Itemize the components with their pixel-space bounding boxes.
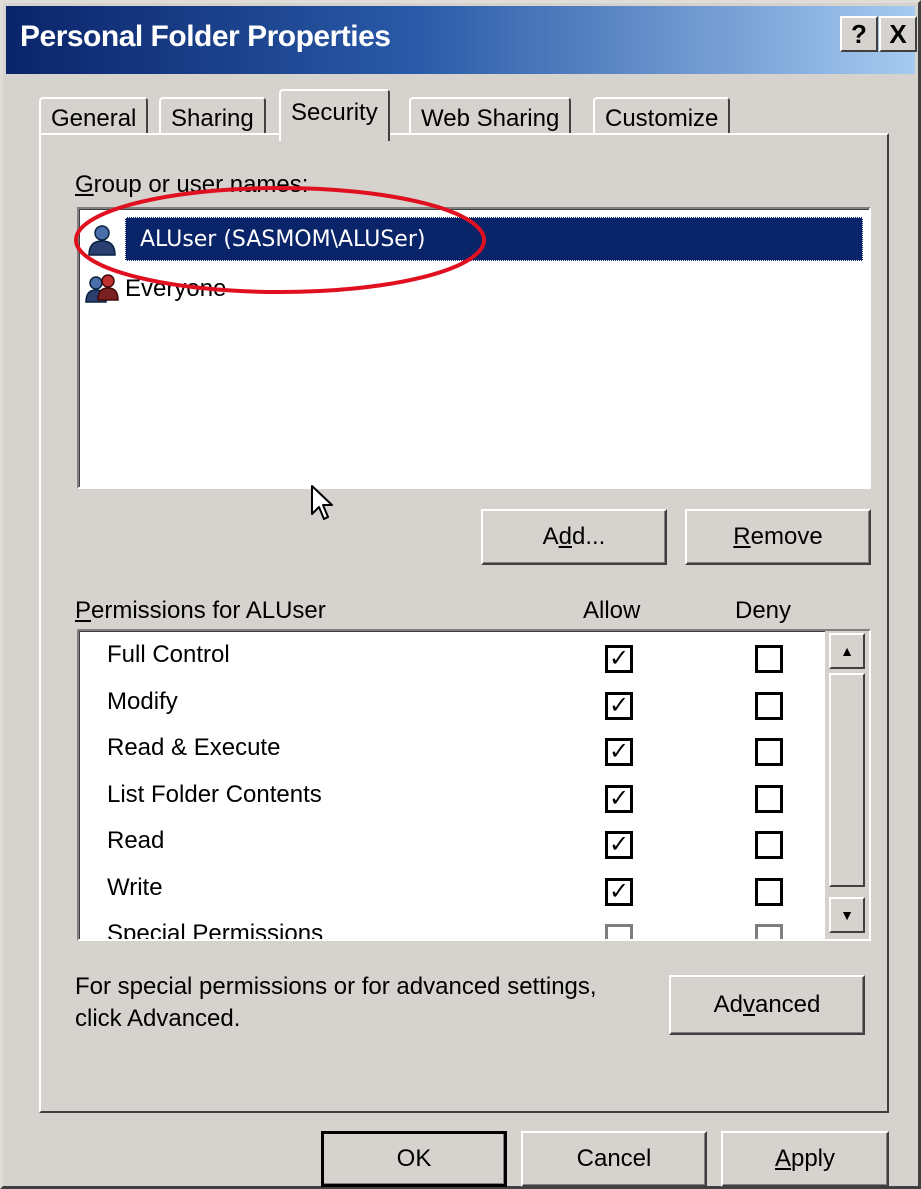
ok-button[interactable]: OK	[321, 1131, 507, 1187]
allow-checkbox[interactable]: ✓	[605, 877, 633, 906]
deny-checkbox[interactable]	[755, 877, 783, 906]
help-button[interactable]: ?	[840, 16, 878, 52]
permissions-list: Full Control ✓ Modify ✓ Read & Execute ✓ List …	[77, 629, 871, 941]
deny-checkbox[interactable]	[755, 691, 783, 720]
deny-checkbox[interactable]	[755, 831, 783, 859]
up-arrow-icon: ▲	[840, 643, 854, 659]
permission-name: List Folder Contents	[107, 780, 322, 808]
apply-button[interactable]: Apply	[721, 1131, 889, 1187]
mouse-pointer-icon	[311, 485, 333, 520]
permission-row: Read & Execute ✓	[79, 728, 819, 774]
down-arrow-icon: ▼	[840, 907, 854, 923]
title-bar[interactable]: Personal Folder Properties ? X	[6, 6, 917, 74]
allow-checkbox[interactable]: ✓	[605, 784, 633, 813]
tab-security[interactable]: Security	[279, 89, 390, 141]
add-button[interactable]: Ad d...	[481, 509, 667, 565]
allow-checkbox[interactable]: ✓	[605, 738, 633, 766]
allow-checkbox[interactable]: ✓	[605, 645, 633, 673]
permission-row: Modify ✓	[79, 682, 819, 728]
permission-name: Special Permissions	[107, 920, 324, 941]
scroll-thumb[interactable]	[829, 673, 865, 887]
permission-row: List Folder Contents ✓	[79, 775, 819, 821]
check-icon: ✓	[608, 877, 630, 905]
remove-button[interactable]: Remove	[685, 509, 871, 565]
deny-checkbox[interactable]	[755, 924, 783, 939]
permission-name: Read & Execute	[107, 734, 281, 761]
permission-row: Read ✓	[79, 821, 819, 867]
permission-name: Read	[107, 827, 165, 854]
permission-name: Full Control	[107, 641, 230, 668]
permissions-label: Permissions for ALUser	[75, 597, 326, 624]
scroll-down-button[interactable]: ▼	[829, 897, 865, 933]
permission-row: Special Permissions	[79, 914, 819, 941]
permissions-scrollbar[interactable]: ▲ ▼	[825, 631, 869, 939]
permission-name: Modify	[107, 687, 178, 715]
check-icon: ✓	[608, 645, 630, 672]
check-icon: ✓	[608, 831, 630, 858]
deny-checkbox[interactable]	[755, 645, 783, 673]
cancel-button[interactable]: Cancel	[521, 1131, 707, 1187]
allow-checkbox[interactable]	[605, 924, 633, 939]
advanced-button[interactable]: Ad v anced	[669, 975, 865, 1035]
window-title: Personal Folder Properties	[20, 20, 391, 53]
check-icon: ✓	[608, 738, 630, 765]
allow-checkbox[interactable]: ✓	[605, 691, 633, 720]
advanced-hint-text: For special permissions or for advanced …	[75, 973, 597, 1032]
deny-checkbox[interactable]	[755, 784, 783, 813]
close-icon: X	[889, 19, 907, 49]
deny-checkbox[interactable]	[755, 738, 783, 766]
highlight-ellipse	[74, 186, 486, 294]
scroll-up-button[interactable]: ▲	[829, 633, 865, 669]
permission-row: Full Control ✓	[79, 635, 819, 681]
permission-name: Write	[107, 873, 163, 901]
close-button[interactable]: X	[879, 16, 917, 52]
check-icon: ✓	[608, 784, 630, 812]
allow-column-header: Allow	[583, 597, 641, 624]
permission-row: Write ✓	[79, 868, 819, 914]
help-icon: ?	[851, 19, 867, 49]
check-icon: ✓	[608, 691, 630, 719]
allow-checkbox[interactable]: ✓	[605, 831, 633, 859]
deny-column-header: Deny	[735, 597, 792, 624]
